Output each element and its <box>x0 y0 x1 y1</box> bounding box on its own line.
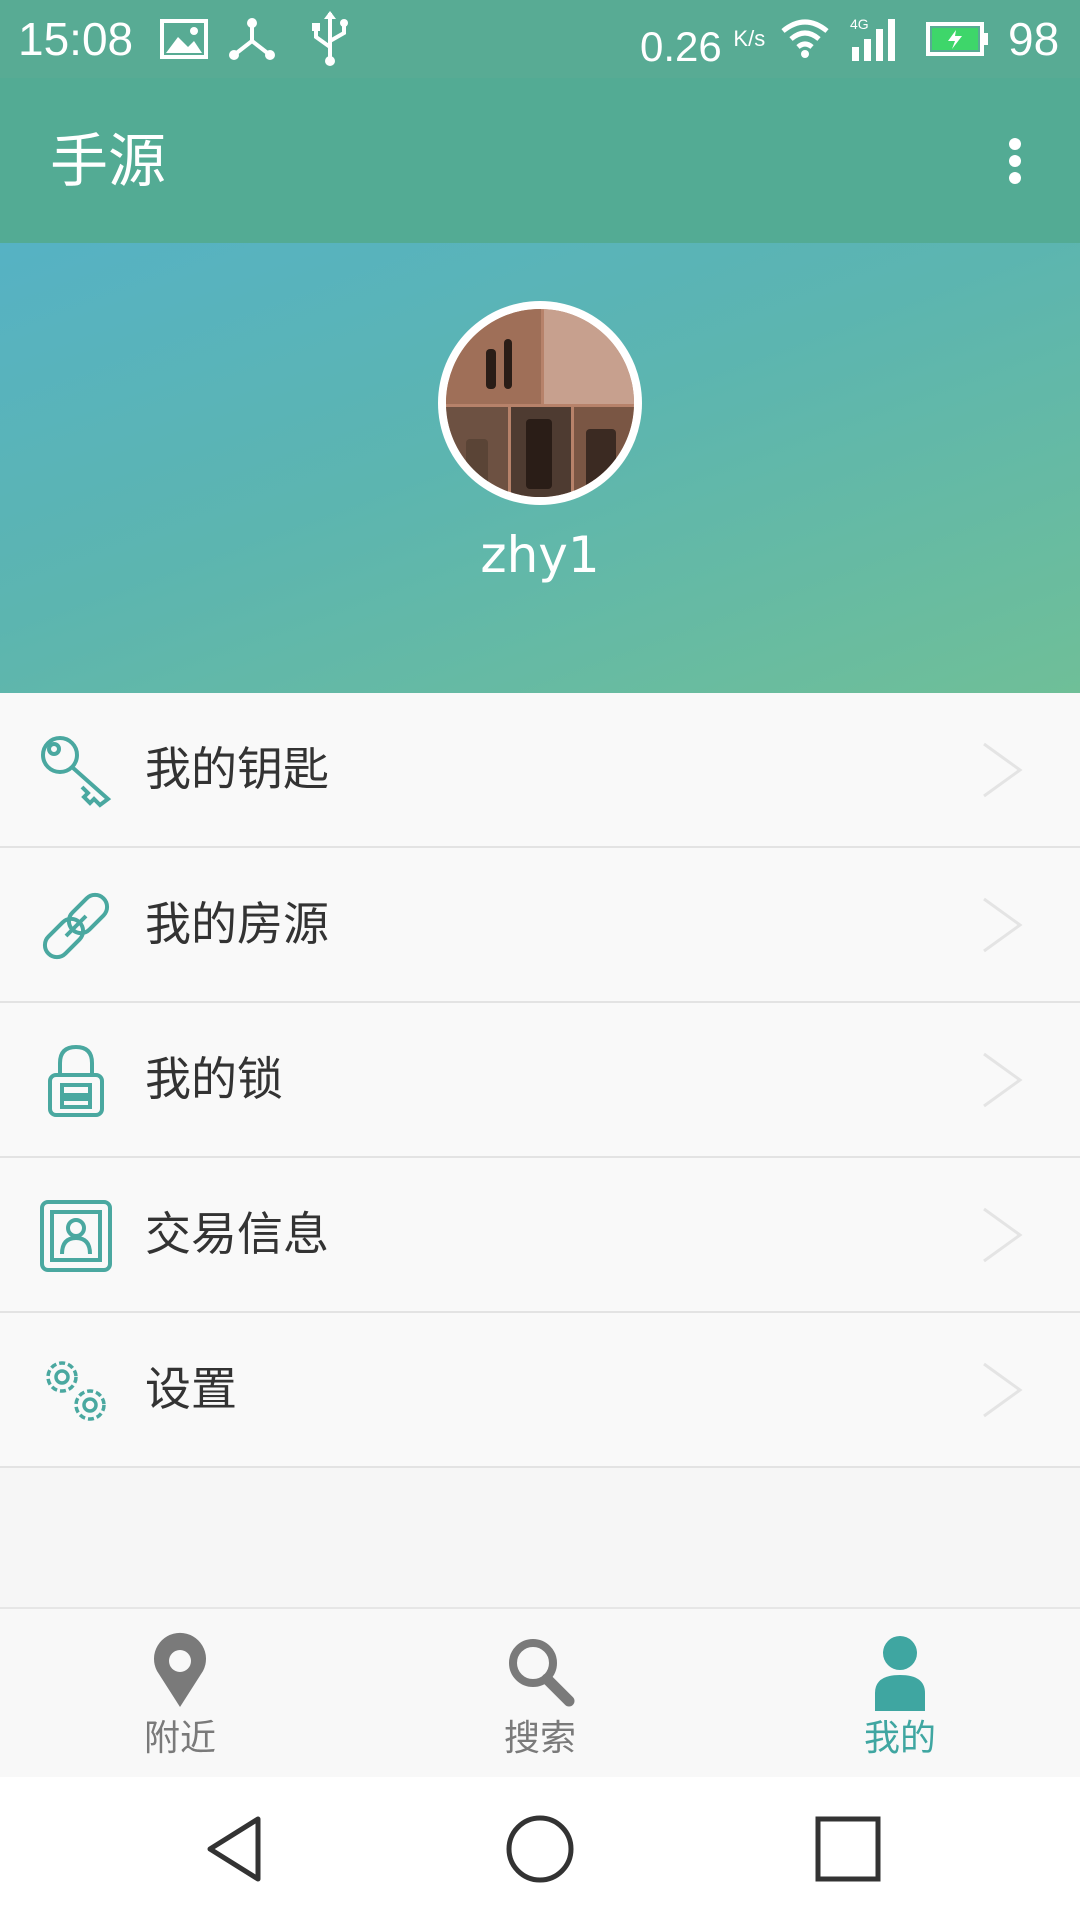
tab-label: 附近 <box>143 1718 216 1759</box>
status-bar: 15:08 0.26 K/s 4G 98 <box>0 0 1080 78</box>
username: zhy1 <box>480 526 600 584</box>
home-icon[interactable] <box>504 1813 576 1885</box>
battery-icon <box>926 14 990 64</box>
recents-icon[interactable] <box>812 1813 884 1885</box>
menu-item-label: 设置 <box>145 1362 237 1416</box>
status-time: 15:08 <box>18 13 134 65</box>
usb-icon <box>308 11 352 66</box>
gears-icon <box>38 1353 114 1429</box>
chevron-right-icon <box>980 1360 1026 1420</box>
lock-icon <box>38 1043 114 1119</box>
back-icon[interactable] <box>198 1813 270 1885</box>
menu-item-label: 我的钥匙 <box>145 742 329 796</box>
chevron-right-icon <box>980 1050 1026 1110</box>
tab-nearby[interactable]: 附近 <box>80 1609 280 1779</box>
tab-label: 我的 <box>863 1718 936 1759</box>
chevron-right-icon <box>980 895 1026 955</box>
key-icon <box>38 733 114 809</box>
system-nav-bar <box>0 1777 1080 1920</box>
menu-item-label: 我的锁 <box>145 1052 283 1106</box>
menu-item-label: 交易信息 <box>145 1207 329 1261</box>
person-icon <box>865 1631 935 1711</box>
chevron-right-icon <box>980 740 1026 800</box>
menu-item-transactions[interactable]: 交易信息 <box>0 1158 1080 1313</box>
share-icon <box>228 14 276 64</box>
menu-item-my-locks[interactable]: 我的锁 <box>0 1003 1080 1158</box>
net-speed-unit: K/s <box>733 26 766 51</box>
app-bar: 手源 <box>0 78 1080 243</box>
search-icon <box>505 1631 575 1711</box>
profile-menu: 我的钥匙 我的房源 我的锁 交易信息 设置 <box>0 693 1080 1468</box>
tab-search[interactable]: 搜索 <box>440 1609 640 1779</box>
avatar[interactable] <box>438 301 642 505</box>
net-speed-value: 0.26 <box>640 23 722 70</box>
app-title: 手源 <box>50 127 167 195</box>
menu-item-my-listings[interactable]: 我的房源 <box>0 848 1080 1003</box>
wifi-icon <box>780 14 830 64</box>
avatar-image <box>446 309 634 497</box>
link-icon <box>38 888 114 964</box>
bottom-tab-bar: 附近 搜索 我的 <box>0 1607 1080 1779</box>
chevron-right-icon <box>980 1205 1026 1265</box>
contact-card-icon <box>38 1198 114 1274</box>
menu-item-settings[interactable]: 设置 <box>0 1313 1080 1468</box>
overflow-menu-icon[interactable] <box>1000 128 1030 194</box>
net-speed: 0.26 K/s <box>640 14 765 72</box>
image-icon <box>160 14 208 64</box>
overflow-dot <box>1009 172 1021 184</box>
tab-me[interactable]: 我的 <box>800 1609 1000 1779</box>
overflow-dot <box>1009 138 1021 150</box>
network-type: 4G <box>850 16 869 32</box>
battery-percent: 98 <box>1008 13 1060 65</box>
location-pin-icon <box>145 1631 215 1711</box>
tab-label: 搜索 <box>503 1718 576 1759</box>
profile-header: zhy1 <box>0 243 1080 693</box>
menu-item-label: 我的房源 <box>145 897 329 951</box>
signal-icon: 4G <box>848 14 904 64</box>
overflow-dot <box>1009 155 1021 167</box>
menu-item-my-keys[interactable]: 我的钥匙 <box>0 693 1080 848</box>
